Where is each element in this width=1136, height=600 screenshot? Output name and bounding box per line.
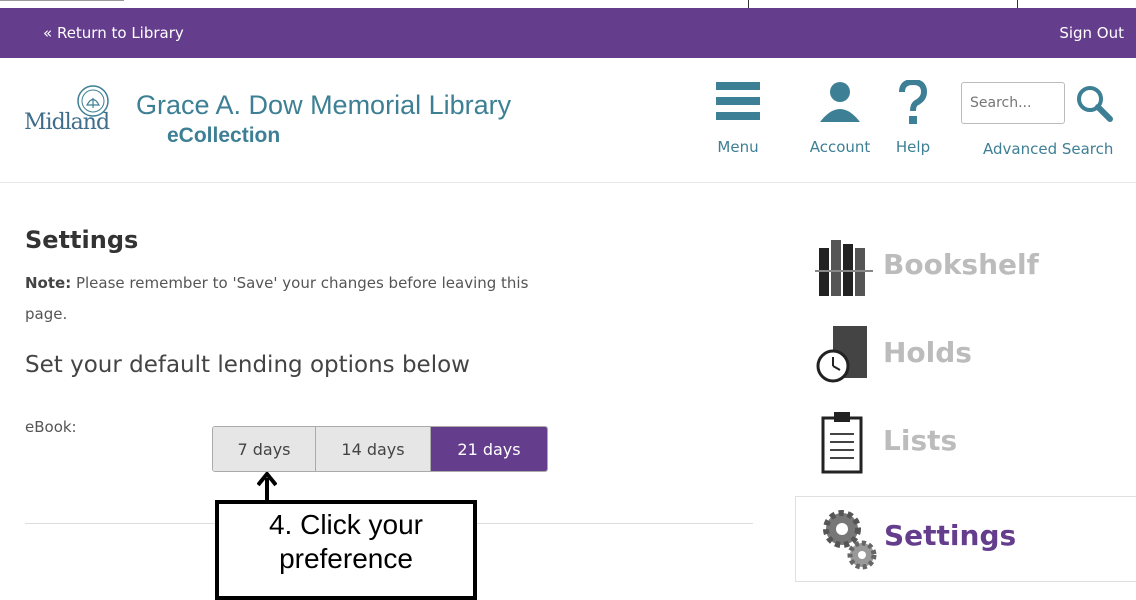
save-note: Note: Please remember to 'Save' your cha… — [25, 268, 545, 330]
sidebar-item-lists[interactable]: Lists — [815, 410, 1115, 480]
sidebar-item-settings[interactable]: Settings — [795, 496, 1136, 582]
sign-out-link[interactable]: Sign Out — [1059, 24, 1124, 42]
menu-button[interactable]: Menu — [712, 58, 764, 168]
top-divider — [0, 0, 124, 1]
main-content: Settings Note: Please remember to 'Save'… — [0, 182, 1136, 600]
logo-city-name: Midland — [24, 110, 110, 135]
option-21-days[interactable]: 21 days — [431, 427, 547, 471]
advanced-search-link[interactable]: Advanced Search — [983, 140, 1113, 158]
lending-heading: Set your default lending options below — [25, 352, 470, 378]
search-input[interactable] — [961, 82, 1065, 124]
ebook-label: eBook: — [25, 418, 77, 436]
help-button[interactable]: Help — [890, 58, 936, 168]
top-bar: « Return to Library Sign Out — [0, 8, 1136, 58]
sidebar-item-holds[interactable]: Holds — [815, 322, 1115, 392]
search-icon[interactable] — [1072, 82, 1116, 126]
sidebar-item-label: Lists — [883, 424, 958, 457]
bookshelf-icon — [815, 240, 873, 296]
lending-period-selector: 7 days 14 days 21 days — [212, 426, 548, 472]
sidebar-item-label: Settings — [884, 519, 1017, 552]
menu-label: Menu — [717, 138, 759, 156]
help-label: Help — [895, 138, 931, 156]
header: Midland Grace A. Dow Memorial Library eC… — [0, 58, 1136, 183]
instruction-callout: 4. Click your preference — [215, 500, 477, 600]
sidebar-item-bookshelf[interactable]: Bookshelf — [815, 234, 1115, 304]
note-text: Please remember to 'Save' your changes b… — [25, 274, 529, 323]
option-7-days[interactable]: 7 days — [213, 427, 316, 471]
account-label: Account — [809, 138, 871, 156]
user-icon — [820, 82, 860, 122]
account-button[interactable]: Account — [800, 58, 880, 168]
note-label: Note: — [25, 274, 72, 292]
clipboard-icon — [821, 412, 863, 474]
question-icon — [899, 80, 928, 124]
top-strip — [0, 0, 1136, 18]
library-subtitle: eCollection — [167, 124, 281, 147]
option-14-days[interactable]: 14 days — [316, 427, 431, 471]
hamburger-icon — [716, 82, 760, 120]
callout-line-1: 4. Click your — [268, 509, 424, 540]
page-title: Settings — [25, 226, 139, 254]
callout-line-2: preference — [279, 543, 413, 574]
gears-icon — [823, 510, 877, 570]
return-to-library-link[interactable]: « Return to Library — [43, 24, 184, 42]
holds-icon — [816, 326, 867, 383]
library-name: Grace A. Dow Memorial Library — [136, 90, 512, 120]
sidebar-item-label: Holds — [883, 336, 972, 369]
sidebar-item-label: Bookshelf — [883, 248, 1039, 281]
